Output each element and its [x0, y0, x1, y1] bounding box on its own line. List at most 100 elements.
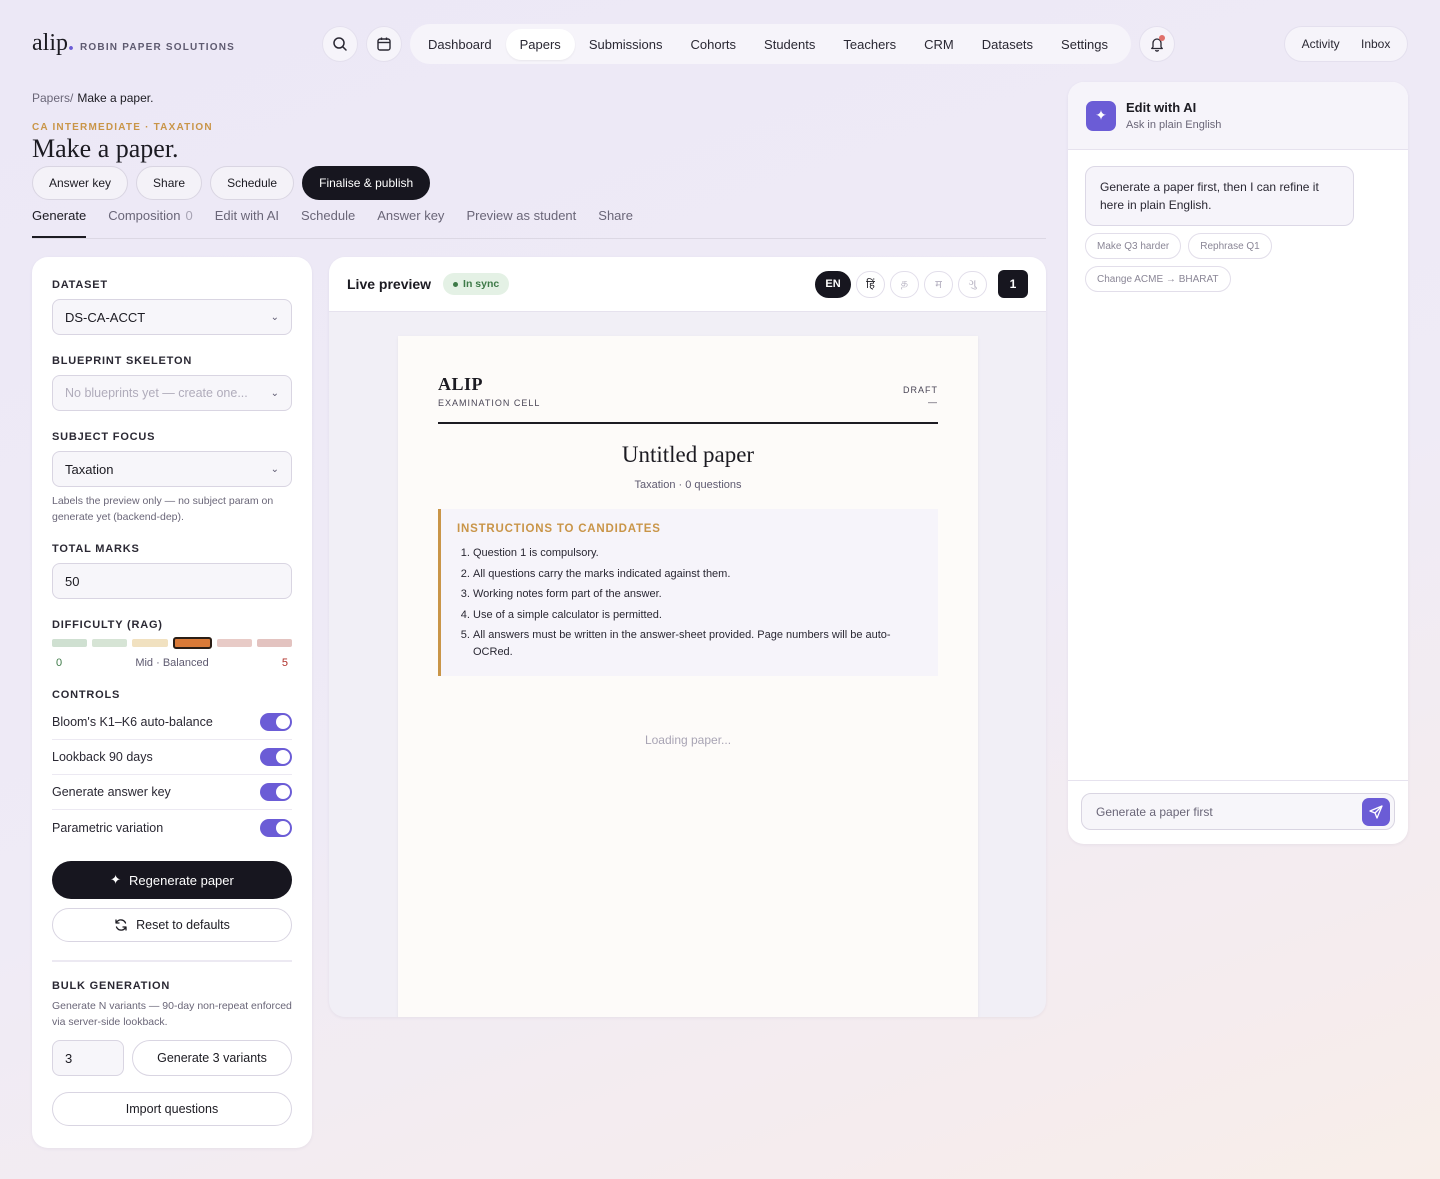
- control-answer-key: Generate answer key: [52, 775, 292, 810]
- dataset-select[interactable]: DS-CA-ACCT ⌄: [52, 299, 292, 335]
- generate-variants-button[interactable]: Generate 3 variants: [132, 1040, 292, 1076]
- preview-header: Live preview In sync EN हिं த म ગુ 1: [329, 257, 1046, 312]
- difficulty-segment[interactable]: [216, 639, 252, 647]
- lookback-toggle[interactable]: [260, 748, 292, 766]
- ai-prompt-input[interactable]: Generate a paper first: [1081, 793, 1395, 830]
- chevron-down-icon: ⌄: [270, 463, 279, 475]
- finalise-publish-button[interactable]: Finalise & publish: [302, 166, 431, 200]
- lang-tamil[interactable]: த: [890, 270, 919, 298]
- variant-count-input[interactable]: 3: [52, 1040, 124, 1076]
- difficulty-slider[interactable]: [52, 637, 293, 649]
- tab-composition[interactable]: Composition 0: [108, 208, 193, 238]
- variant-count-value: 3: [65, 1050, 73, 1066]
- suggestion-chip[interactable]: Make Q3 harder: [1085, 233, 1182, 259]
- bulk-row: 3 Generate 3 variants: [52, 1040, 292, 1076]
- instructions-title: INSTRUCTIONS TO CANDIDATES: [457, 523, 661, 535]
- nav-students[interactable]: Students: [750, 29, 829, 60]
- total-marks-input[interactable]: 50: [52, 563, 292, 599]
- logo-subtitle: ROBIN PAPER SOLUTIONS: [80, 42, 236, 53]
- sparkle-icon: ✦: [1086, 100, 1116, 131]
- difficulty-min: 0: [56, 657, 63, 669]
- subject-focus-label: SUBJECT FOCUS: [52, 431, 156, 443]
- logo[interactable]: alip. ROBIN PAPER SOLUTIONS: [32, 30, 235, 57]
- difficulty-segment[interactable]: [132, 639, 168, 647]
- chevron-down-icon: ⌄: [270, 387, 279, 399]
- refresh-icon: [115, 919, 127, 931]
- dataset-label: DATASET: [52, 279, 108, 291]
- breadcrumb: Papers/Make a paper.: [32, 91, 153, 105]
- toggle-label: Generate answer key: [52, 785, 171, 799]
- schedule-button[interactable]: Schedule: [210, 166, 295, 200]
- tab-schedule[interactable]: Schedule: [301, 208, 355, 238]
- composition-count: 0: [185, 208, 193, 223]
- blueprint-select[interactable]: No blueprints yet — create one... ⌄: [52, 375, 292, 411]
- tab-edit-with-ai[interactable]: Edit with AI: [215, 208, 279, 238]
- nav-crm[interactable]: CRM: [910, 29, 968, 60]
- page-number-badge[interactable]: 1: [998, 270, 1028, 298]
- notifications-button[interactable]: [1139, 26, 1175, 62]
- utility-nav: Activity Inbox: [1284, 26, 1408, 62]
- difficulty-max: 5: [281, 657, 288, 669]
- ai-panel-title: Edit with AI: [1126, 100, 1197, 115]
- dataset-value: DS-CA-ACCT: [65, 309, 146, 325]
- main-nav: Dashboard Papers Submissions Cohorts Stu…: [410, 24, 1131, 64]
- subject-focus-select[interactable]: Taxation ⌄: [52, 451, 292, 487]
- total-marks-value: 50: [65, 573, 80, 589]
- nav-cohorts[interactable]: Cohorts: [677, 29, 751, 60]
- subject-focus-hint: Labels the preview only — no subject par…: [52, 495, 274, 523]
- blueprint-placeholder: No blueprints yet — create one...: [65, 386, 248, 400]
- control-blooms-auto-balance: Bloom's K1–K6 auto-balance: [52, 705, 292, 740]
- inbox-link[interactable]: Inbox: [1361, 37, 1390, 51]
- loading-indicator: Loading paper...: [644, 733, 732, 747]
- tab-generate[interactable]: Generate: [32, 208, 87, 238]
- bulk-generation-hint: Generate N variants — 90-day non-repeat …: [52, 1000, 292, 1028]
- paper-meta: Taxation · 0 questions: [634, 479, 742, 491]
- subject-focus-value: Taxation: [65, 461, 114, 477]
- answer-key-toggle[interactable]: [260, 783, 292, 801]
- tab-answer-key[interactable]: Answer key: [377, 208, 444, 238]
- ai-panel-subtitle: Ask in plain English: [1126, 119, 1222, 131]
- control-parametric-variation: Parametric variation: [52, 810, 292, 845]
- nav-dashboard[interactable]: Dashboard: [414, 29, 506, 60]
- suggestion-chip[interactable]: Rephrase Q1: [1188, 233, 1272, 259]
- tab-preview-as-student[interactable]: Preview as student: [466, 208, 576, 238]
- share-button[interactable]: Share: [136, 166, 203, 200]
- difficulty-segment[interactable]: [92, 639, 128, 647]
- preview-title: Live preview: [347, 276, 432, 292]
- nav-settings[interactable]: Settings: [1047, 29, 1122, 60]
- instruction-item: Working notes form part of the answer.: [473, 586, 922, 603]
- notification-dot: [1159, 35, 1165, 41]
- bulk-generation-label: BULK GENERATION: [52, 980, 171, 992]
- regenerate-paper-button[interactable]: ✦ Regenerate paper: [52, 861, 292, 899]
- send-button[interactable]: [1362, 797, 1390, 826]
- import-questions-button[interactable]: Import questions: [52, 1092, 292, 1126]
- difficulty-segment[interactable]: [256, 639, 293, 647]
- breadcrumb-papers[interactable]: Papers/: [32, 91, 73, 105]
- lang-marathi[interactable]: म: [924, 270, 953, 298]
- parametric-toggle[interactable]: [260, 818, 292, 837]
- search-button[interactable]: [322, 26, 358, 62]
- answer-key-button[interactable]: Answer key: [32, 166, 129, 200]
- nav-papers[interactable]: Papers: [505, 28, 575, 60]
- nav-datasets[interactable]: Datasets: [968, 29, 1047, 60]
- sheet-brand: ALIP: [438, 374, 484, 394]
- blooms-toggle[interactable]: [260, 713, 292, 731]
- paper-sheet: ALIP EXAMINATION CELL DRAFT — Untitled p…: [398, 336, 978, 1017]
- calendar-button[interactable]: [366, 26, 402, 62]
- total-marks-label: TOTAL MARKS: [52, 543, 140, 555]
- difficulty-segment[interactable]: [52, 639, 88, 647]
- tab-share[interactable]: Share: [598, 208, 633, 238]
- lang-hindi[interactable]: हिं: [856, 270, 885, 298]
- ai-panel-header: ✦ Edit with AI Ask in plain English: [1068, 82, 1408, 150]
- nav-teachers[interactable]: Teachers: [829, 29, 910, 60]
- suggestion-chip[interactable]: Change ACME → BHARAT: [1085, 266, 1231, 292]
- reset-defaults-button[interactable]: Reset to defaults: [52, 908, 292, 942]
- instruction-item: All answers must be written in the answe…: [473, 627, 922, 661]
- toggle-label: Lookback 90 days: [52, 750, 153, 764]
- lang-gujarati[interactable]: ગુ: [958, 270, 987, 298]
- difficulty-segment-selected[interactable]: [172, 637, 212, 649]
- lang-en[interactable]: EN: [815, 270, 851, 298]
- nav-submissions[interactable]: Submissions: [575, 29, 677, 60]
- activity-link[interactable]: Activity: [1302, 37, 1340, 51]
- breadcrumb-current: Make a paper.: [77, 91, 154, 105]
